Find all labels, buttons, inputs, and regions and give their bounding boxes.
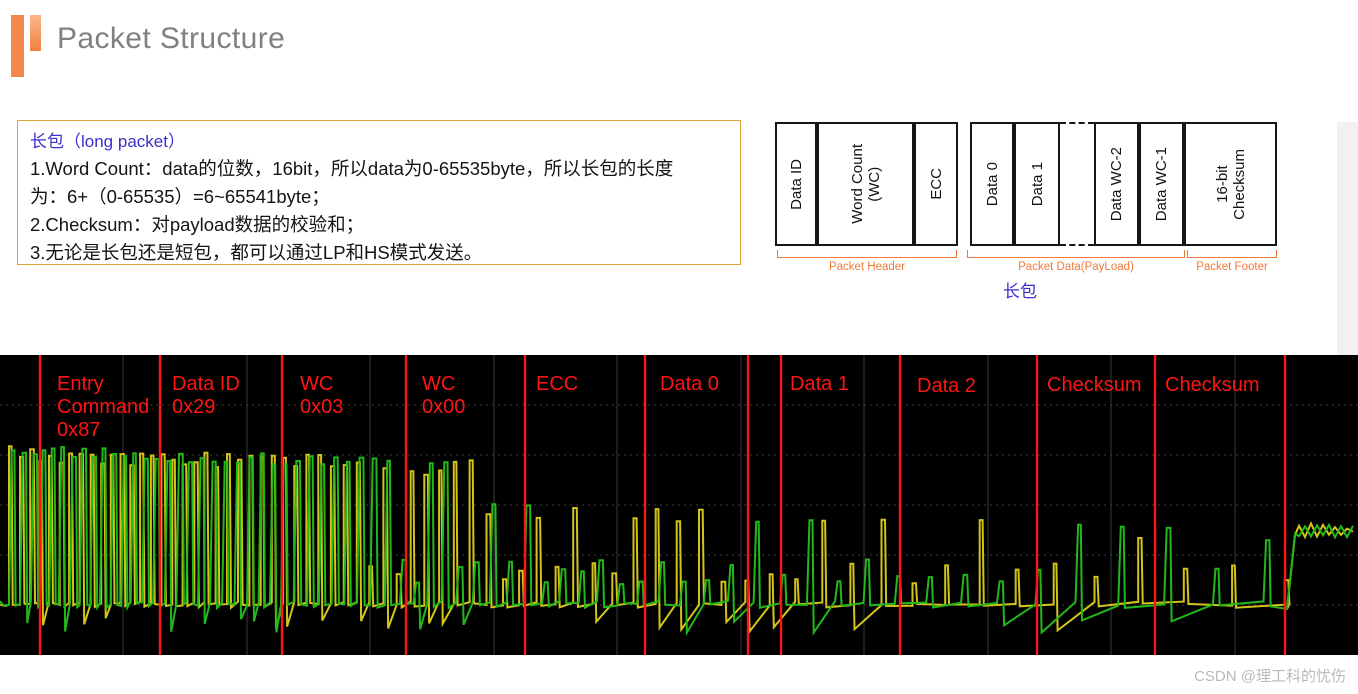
scope-annotation-7: Data 2 [917, 375, 976, 398]
scope-annotation-line: WC [300, 373, 334, 395]
note-line-3: 2.Checksum：对payload数据的校验和； [30, 214, 365, 235]
packet-field-data-id: Data ID [775, 122, 817, 246]
right-edge-strip [1337, 122, 1358, 355]
bracket-packet-footer [1187, 250, 1277, 258]
note-line-2: 为：6+（0-65535）=6~65541byte； [30, 186, 330, 207]
oscilloscope-capture: Entry Command 0x87 Data ID 0x29 WC 0x03 WC 0x00 E… [0, 355, 1358, 655]
scope-annotation-9: Checksum [1165, 374, 1259, 397]
bracket-packet-data [967, 250, 1185, 258]
scope-annotation-3: WC 0x00 [422, 373, 465, 419]
long-packet-note-box: 长包（long packet） 1.Word Count：data的位数，16b… [17, 120, 741, 265]
scope-annotation-2: WC 0x03 [300, 373, 343, 419]
packet-field-data-1: Data 1 [1014, 122, 1060, 246]
scope-annotation-line: Checksum [1047, 374, 1142, 396]
scope-annotation-line: Checksum [1165, 374, 1260, 396]
scope-annotation-line: Data 1 [790, 373, 849, 395]
title-accent-bar-tall [11, 15, 24, 77]
scope-annotation-1: Data ID 0x29 [172, 373, 240, 419]
packet-field-data-wc-1: Data WC-1 [1139, 122, 1184, 246]
scope-annotation-line: Data ID [172, 373, 240, 395]
slide-page: Packet Structure 长包（long packet） 1.Word … [0, 0, 1358, 694]
watermark: CSDN @理工科的忧伤 [1194, 668, 1346, 685]
scope-annotation-8: Checksum [1047, 374, 1141, 397]
packet-field-ellipsis-gap [1060, 122, 1094, 246]
note-heading: 长包（long packet） [30, 132, 185, 151]
packet-field-label: Data WC-1 [1153, 146, 1170, 222]
scope-annotation-5: Data 0 [660, 373, 719, 396]
packet-field-checksum: 16-bit Checksum [1184, 122, 1277, 246]
packet-field-data-wc-2: Data WC-2 [1094, 122, 1139, 246]
page-title: Packet Structure [57, 22, 286, 55]
scope-annotation-line: Command [57, 396, 150, 418]
packet-field-label: Data WC-2 [1108, 146, 1125, 222]
packet-field-label: Word Count (WC) [848, 144, 883, 224]
scope-annotation-line: 0x29 [172, 396, 216, 418]
scope-annotation-line: ECC [536, 373, 579, 395]
scope-annotation-line: 0x03 [300, 396, 344, 418]
scope-annotation-line: Data 2 [917, 375, 976, 397]
scope-annotation-line: WC [422, 373, 456, 395]
packet-field-ecc: ECC [914, 122, 958, 246]
scope-annotation-6: Data 1 [790, 373, 849, 396]
packet-field-word-count: Word Count (WC) [817, 122, 914, 246]
scope-annotation-4: ECC [536, 373, 578, 396]
packet-field-label: Data 1 [1028, 161, 1046, 207]
packet-field-label: Data 0 [983, 161, 1001, 207]
packet-field-label: ECC [927, 168, 945, 200]
bracket-label-packet-data: Packet Data(PayLoad) [1018, 261, 1134, 273]
diagram-caption-long-packet: 长包 [1003, 282, 1037, 301]
scope-annotation-line: Data 0 [660, 373, 719, 395]
note-line-4: 3.无论是长包还是短包，都可以通过LP和HS模式发送。 [30, 242, 483, 263]
packet-field-data-0: Data 0 [970, 122, 1014, 246]
packet-field-label: Data ID [787, 158, 805, 210]
packet-structure-diagram: Data ID Word Count (WC) ECC Data 0 Data 1… [775, 122, 1295, 301]
bracket-packet-header [777, 250, 957, 258]
note-line-1: 1.Word Count：data的位数，16bit，所以data为0-6553… [30, 158, 674, 179]
bracket-label-packet-footer: Packet Footer [1196, 261, 1268, 273]
packet-field-label: 16-bit Checksum [1213, 148, 1248, 220]
scope-annotation-line: 0x87 [57, 419, 101, 441]
scope-annotation-line: Entry [57, 373, 104, 395]
bracket-label-packet-header: Packet Header [828, 261, 906, 273]
title-accent-bar-short [30, 15, 41, 51]
scope-annotation-0: Entry Command 0x87 [57, 373, 149, 442]
packet-field-row: Data ID Word Count (WC) ECC Data 0 Data 1… [775, 122, 1295, 246]
scope-annotation-line: 0x00 [422, 396, 466, 418]
